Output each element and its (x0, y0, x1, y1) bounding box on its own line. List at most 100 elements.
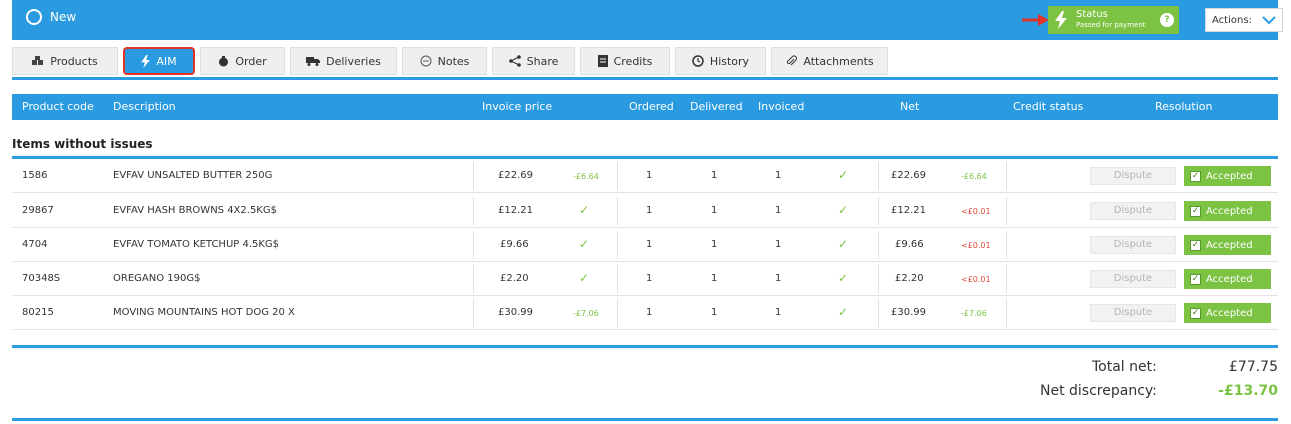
divider (1006, 231, 1007, 259)
net-discrepancy: <£0.01 (961, 207, 991, 216)
price-discrepancy: -£6.64 (573, 172, 599, 181)
dispute-button[interactable]: Dispute (1090, 304, 1176, 322)
divider (878, 162, 879, 190)
accepted-toggle[interactable]: ✓ Accepted (1184, 235, 1271, 255)
tab-label: Share (526, 54, 559, 68)
tab-deliveries[interactable]: Deliveries (290, 47, 397, 75)
ordered-qty: 1 (646, 273, 653, 284)
actions-dropdown[interactable]: Actions: (1205, 8, 1283, 32)
divider (473, 299, 474, 327)
accepted-label: Accepted (1206, 170, 1253, 182)
tab-label: Order (235, 54, 267, 68)
bolt-icon (1055, 11, 1067, 29)
ordered-qty: 1 (646, 170, 653, 181)
table-row: 80215 MOVING MOUNTAINS HOT DOG 20 X £30.… (12, 296, 1278, 330)
accepted-toggle[interactable]: ✓ Accepted (1184, 201, 1271, 221)
chat-icon (420, 55, 432, 67)
paperclip-icon (787, 55, 798, 66)
tab-label: Products (50, 54, 98, 68)
accepted-toggle[interactable]: ✓ Accepted (1184, 269, 1271, 289)
dispute-button[interactable]: Dispute (1090, 270, 1176, 288)
tab-share[interactable]: Share (492, 47, 575, 75)
product-description: EVFAV TOMATO KETCHUP 4.5KG$ (113, 239, 280, 250)
total-net-value: £77.75 (1229, 359, 1278, 375)
invoice-price: £30.99 (498, 307, 533, 318)
checkbox-checked-icon: ✓ (1190, 273, 1201, 285)
col-ordered: Ordered (629, 100, 674, 113)
invoice-price: £9.66 (500, 239, 529, 250)
accepted-toggle[interactable]: ✓ Accepted (1184, 166, 1271, 186)
net-value: £2.20 (895, 273, 924, 284)
accepted-toggle[interactable]: ✓ Accepted (1184, 303, 1271, 323)
checkbox-checked-icon: ✓ (1190, 307, 1201, 319)
net-value: £12.21 (891, 205, 926, 216)
ordered-qty: 1 (646, 239, 653, 250)
invoice-price: £12.21 (498, 205, 533, 216)
product-description: OREGANO 190G$ (113, 273, 201, 284)
product-description: MOVING MOUNTAINS HOT DOG 20 X (113, 307, 295, 318)
net-value: £22.69 (891, 170, 926, 181)
tab-attachments[interactable]: Attachments (771, 47, 888, 75)
check-icon: ✓ (838, 168, 849, 182)
delivered-qty: 1 (711, 273, 718, 284)
new-button[interactable]: New (26, 9, 76, 25)
total-net-label: Total net: (1092, 359, 1157, 375)
divider (878, 197, 879, 225)
dispute-button[interactable]: Dispute (1090, 236, 1176, 254)
clock-icon (692, 55, 704, 67)
col-resolution: Resolution (1155, 100, 1213, 113)
check-icon: ✓ (838, 271, 849, 285)
col-net: Net (900, 100, 920, 113)
net-value: £30.99 (891, 307, 926, 318)
accepted-label: Accepted (1206, 307, 1253, 319)
ordered-qty: 1 (646, 307, 653, 318)
divider (617, 197, 618, 225)
invoice-price: £2.20 (500, 273, 529, 284)
delivered-qty: 1 (711, 205, 718, 216)
tab-order[interactable]: Order (200, 47, 285, 75)
accepted-label: Accepted (1206, 273, 1253, 285)
checkbox-checked-icon: ✓ (1190, 170, 1201, 182)
tab-notes[interactable]: Notes (402, 47, 487, 75)
divider (617, 162, 618, 190)
net-discrepancy-label: Net discrepancy: (1040, 383, 1157, 399)
dispute-button[interactable]: Dispute (1090, 202, 1176, 220)
help-icon[interactable]: ? (1160, 13, 1174, 27)
check-icon: ✓ (579, 271, 590, 285)
table-bottom-divider (12, 345, 1278, 348)
invoiced-qty: 1 (775, 170, 782, 181)
net-discrepancy: <£0.01 (961, 241, 991, 250)
bolt-icon (141, 54, 151, 68)
tab-label: Deliveries (326, 54, 381, 68)
delivered-qty: 1 (711, 239, 718, 250)
checkbox-checked-icon: ✓ (1190, 239, 1201, 251)
col-invoice-price: Invoice price (482, 100, 553, 113)
tab-aim[interactable]: AIM (123, 47, 195, 75)
tab-label: History (709, 54, 750, 68)
divider (617, 299, 618, 327)
tab-history[interactable]: History (675, 47, 766, 75)
new-label: New (50, 10, 77, 24)
table-header: Product code Description Invoice price O… (12, 94, 1278, 120)
divider (878, 299, 879, 327)
net-discrepancy: -£7.06 (961, 309, 987, 318)
dispute-button[interactable]: Dispute (1090, 167, 1176, 185)
divider (473, 265, 474, 293)
net-discrepancy-value: -£13.70 (1218, 383, 1278, 399)
divider (1006, 197, 1007, 225)
tab-credits[interactable]: Credits (580, 47, 670, 75)
boxes-icon (32, 56, 44, 65)
divider (1006, 162, 1007, 190)
col-invoiced: Invoiced (758, 100, 805, 113)
checkbox-checked-icon: ✓ (1190, 205, 1201, 217)
tab-label: AIM (156, 54, 177, 68)
status-badge: Status Passed for payment ? (1048, 6, 1179, 34)
delivered-qty: 1 (711, 307, 718, 318)
divider (1006, 265, 1007, 293)
check-icon: ✓ (579, 203, 590, 217)
divider (617, 231, 618, 259)
tab-products[interactable]: Products (12, 47, 118, 75)
invoiced-qty: 1 (775, 205, 782, 216)
table-row: 4704 EVFAV TOMATO KETCHUP 4.5KG$ £9.66 ✓… (12, 228, 1278, 262)
check-icon: ✓ (838, 305, 849, 319)
